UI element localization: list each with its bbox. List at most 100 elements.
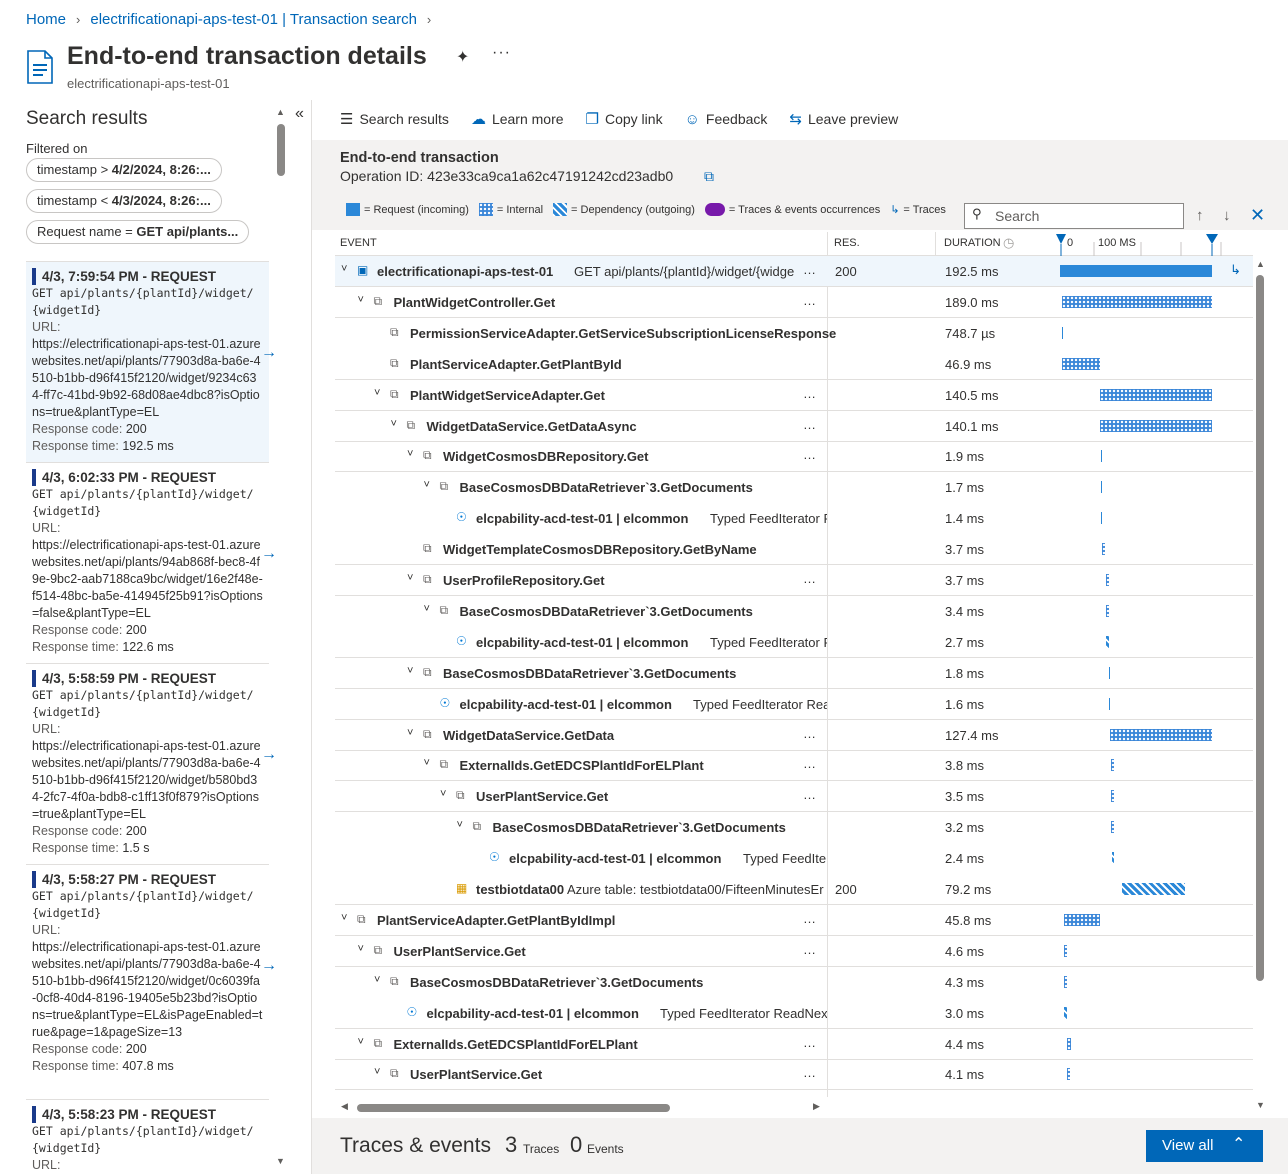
leave-preview-button[interactable]: ⇆ Leave preview: [789, 110, 898, 128]
tree-row[interactable]: ˅⧉BaseCosmosDBDataRetriever`3.GetDocumen…: [335, 1090, 1253, 1098]
duration-bar[interactable]: [1111, 759, 1114, 772]
duration-bar[interactable]: [1101, 512, 1102, 525]
duration-bar[interactable]: [1062, 357, 1100, 370]
duration-bar[interactable]: [1106, 574, 1109, 586]
feedback-button[interactable]: ☺ Feedback: [685, 111, 768, 128]
tree-row[interactable]: ☉ elcpability-acd-test-01 | elcommon Typed…: [335, 627, 1253, 658]
scroll-right-icon[interactable]: ▶: [813, 1101, 820, 1112]
tree-row[interactable]: ˅ ⧉ UserPlantService.Get … 3.5 ms: [335, 781, 1253, 813]
tree-row[interactable]: ˅ ⧉ ExternalIds.GetEDCSPlantIdForELPlant … 4…: [335, 1029, 1253, 1060]
chevron-down-icon[interactable]: ˅: [391, 1097, 397, 1098]
chevron-down-icon[interactable]: ˅: [341, 912, 347, 924]
arrow-up-icon[interactable]: ↑: [1196, 207, 1204, 224]
duration-bar[interactable]: [1100, 419, 1212, 432]
duration-bar[interactable]: [1064, 944, 1067, 957]
search-result-item[interactable]: 4/3, 7:59:54 PM - REQUEST GET api/plants…: [26, 261, 277, 462]
tree-row[interactable]: ☉ elcpability-acd-test-01 | elcommon Typed…: [335, 503, 1253, 534]
grid-hscrollbar-thumb[interactable]: [357, 1104, 670, 1112]
copy-link-button[interactable]: ❐ Copy link: [586, 110, 663, 128]
tree-row[interactable]: ˅ ⧉ UserProfileRepository.Get … 3.7 ms: [335, 565, 1253, 596]
tree-row[interactable]: ˅ ⧉ ExternalIds.GetEDCSPlantIdForELPlant … 3…: [335, 750, 1253, 782]
view-all-button[interactable]: View all: [1146, 1130, 1263, 1162]
search-results-button[interactable]: ☰ Search results: [340, 110, 449, 128]
close-icon[interactable]: ✕: [1250, 205, 1265, 226]
pin-icon[interactable]: ✦: [456, 47, 469, 67]
chevron-down-icon[interactable]: ˅: [440, 788, 446, 800]
duration-bar[interactable]: [1106, 635, 1109, 648]
scroll-up-icon[interactable]: ▲: [276, 107, 285, 117]
filter-pill-timestamp-from[interactable]: timestamp > 4/2/2024, 8:26:...: [26, 158, 222, 182]
copy-id-icon[interactable]: ⧉: [704, 168, 714, 185]
tree-row[interactable]: ☉ elcpability-acd-test-01 | elcommon Typed…: [335, 843, 1253, 874]
chevron-down-icon[interactable]: ˅: [424, 603, 430, 615]
chevron-down-icon[interactable]: ˅: [407, 448, 413, 460]
tree-row[interactable]: ˅ ⧉ UserPlantService.Get … 4.1 ms: [335, 1059, 1253, 1091]
arrow-down-icon[interactable]: ↓: [1223, 207, 1231, 224]
duration-bar[interactable]: [1067, 1068, 1070, 1081]
tree-row[interactable]: ˅⧉BaseCosmosDBDataRetriever`3.GetDocumen…: [335, 596, 1253, 627]
duration-bar[interactable]: [1122, 883, 1185, 895]
arrow-right-icon[interactable]: →: [261, 344, 277, 361]
duration-bar[interactable]: [1112, 852, 1114, 865]
duration-bar[interactable]: [1064, 913, 1100, 926]
tree-row[interactable]: ˅⧉BaseCosmosDBDataRetriever`3.GetDocumen…: [335, 658, 1253, 689]
tree-row[interactable]: ˅ ⧉ WidgetDataService.GetData … 127.4 ms: [335, 720, 1253, 751]
row-more-icon[interactable]: …: [803, 787, 817, 802]
search-result-item[interactable]: 4/3, 5:58:23 PM - REQUEST GET api/plants…: [26, 1099, 269, 1174]
row-more-icon[interactable]: …: [803, 262, 817, 277]
chevron-down-icon[interactable]: ˅: [407, 727, 413, 739]
duration-bar[interactable]: [1100, 388, 1212, 401]
duration-bar[interactable]: [1060, 265, 1212, 277]
chevron-down-icon[interactable]: ˅: [391, 418, 397, 430]
chevron-down-icon[interactable]: ˅: [407, 665, 413, 677]
duration-bar[interactable]: [1101, 450, 1102, 463]
search-result-item[interactable]: 4/3, 5:58:27 PM - REQUEST GET api/plants…: [26, 864, 277, 1099]
tree-row[interactable]: ˅⧉BaseCosmosDBDataRetriever`3.GetDocumen…: [335, 472, 1253, 503]
duration-bar[interactable]: [1106, 604, 1109, 617]
filter-pill-request-name[interactable]: Request name = GET api/plants...: [26, 220, 250, 244]
tree-row[interactable]: ☉ elcpability-acd-test-01 | elcommon Typed…: [335, 689, 1253, 720]
tree-row[interactable]: ˅ ⧉ PlantWidgetServiceAdapter.Get … 140.5 ms: [335, 380, 1253, 411]
search-result-item[interactable]: 4/3, 6:02:33 PM - REQUEST GET api/plants…: [26, 462, 277, 663]
search-result-item[interactable]: 4/3, 5:58:59 PM - REQUEST GET api/plants…: [26, 663, 277, 864]
duration-bar[interactable]: [1111, 790, 1114, 803]
duration-bar[interactable]: [1101, 481, 1102, 494]
chevron-down-icon[interactable]: ˅: [358, 294, 364, 306]
learn-more-button[interactable]: ☁ Learn more: [471, 110, 564, 128]
breadcrumb-home-link[interactable]: Home: [26, 11, 66, 28]
more-options-icon[interactable]: ···: [492, 44, 511, 62]
row-more-icon[interactable]: …: [803, 942, 817, 957]
collapse-panel-icon[interactable]: «: [295, 105, 304, 123]
tree-row[interactable]: ▦ testbiotdata00 Azure table: testbiotdata…: [335, 874, 1253, 905]
row-more-icon[interactable]: …: [803, 447, 817, 462]
tree-row[interactable]: ⧉ PlantServiceAdapter.GetPlantById 46.9 ms: [335, 349, 1253, 380]
column-duration[interactable]: DURATION: [944, 237, 1001, 249]
chevron-down-icon[interactable]: ˅: [341, 263, 347, 275]
row-more-icon[interactable]: …: [803, 726, 817, 741]
column-res[interactable]: RES.: [834, 237, 860, 249]
row-more-icon[interactable]: …: [803, 1065, 817, 1080]
tree-row[interactable]: ˅⧉BaseCosmosDBDataRetriever`3.GetDocumen…: [335, 967, 1253, 998]
duration-bar[interactable]: [1062, 295, 1212, 308]
tree-row[interactable]: ˅ ⧉ WidgetCosmosDBRepository.Get … 1.9 ms: [335, 441, 1253, 473]
duration-bar[interactable]: [1110, 728, 1212, 741]
tree-row[interactable]: ⧉ WidgetTemplateCosmosDBRepository.GetByN…: [335, 534, 1253, 566]
tree-row[interactable]: ˅ ⧉ UserPlantService.Get … 4.6 ms: [335, 936, 1253, 967]
duration-bar[interactable]: [1111, 821, 1114, 834]
row-more-icon[interactable]: …: [803, 911, 817, 926]
duration-bar[interactable]: [1102, 543, 1105, 556]
tree-row[interactable]: ˅ ▣ electrificationapi-aps-test-01 GET api/…: [335, 256, 1253, 287]
search-input[interactable]: Search: [964, 203, 1184, 229]
tree-row[interactable]: ˅ ⧉ WidgetDataService.GetDataAsync … 140.1 m…: [335, 411, 1253, 442]
column-event[interactable]: EVENT: [340, 237, 377, 249]
row-more-icon[interactable]: …: [803, 571, 817, 586]
tree-row[interactable]: ˅ ⧉ PlantServiceAdapter.GetPlantByIdImpl … 4…: [335, 905, 1253, 936]
left-scrollbar-thumb[interactable]: [277, 124, 285, 176]
breadcrumb-parent-link[interactable]: electrificationapi-aps-test-01 | Transac…: [90, 11, 417, 28]
chevron-down-icon[interactable]: ˅: [374, 1066, 380, 1078]
tree-row[interactable]: ⧉ PermissionServiceAdapter.GetServiceSubs…: [335, 318, 1253, 349]
duration-bar[interactable]: [1062, 326, 1063, 339]
row-more-icon[interactable]: …: [803, 1035, 817, 1050]
tree-row[interactable]: ˅ ⧉ PlantWidgetController.Get … 189.0 ms: [335, 287, 1253, 318]
scroll-left-icon[interactable]: ◀: [341, 1101, 348, 1112]
